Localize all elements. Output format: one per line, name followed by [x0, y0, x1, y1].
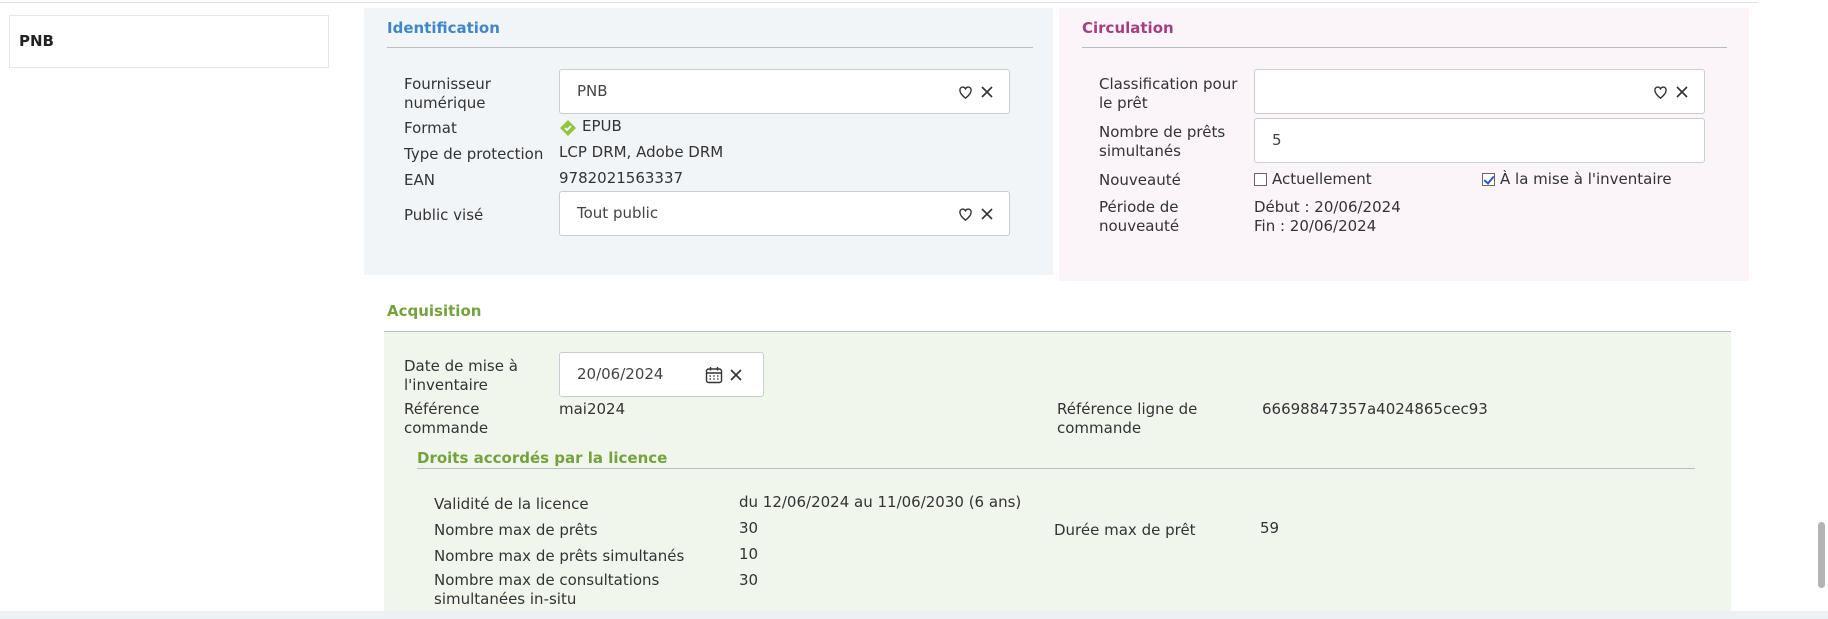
- top-border: [0, 0, 1758, 3]
- validite-label: Validité de la licence: [434, 495, 589, 513]
- periode-debut: Début : 20/06/2024: [1254, 198, 1401, 216]
- ean-label: EAN: [404, 171, 435, 189]
- ref-commande-label: Référence commande: [404, 400, 489, 437]
- protection-value: LCP DRM, Adobe DRM: [559, 143, 724, 161]
- duree-value: 59: [1260, 519, 1280, 537]
- fournisseur-select[interactable]: PNB: [559, 69, 1010, 114]
- heart-shield-icon[interactable]: [956, 83, 974, 101]
- circulation-section: Circulation Classification pour le prêt …: [1059, 8, 1749, 281]
- close-icon[interactable]: [978, 83, 996, 101]
- public-value: Tout public: [577, 204, 659, 222]
- left-nav-item-pnb[interactable]: PNB: [19, 32, 54, 50]
- public-label: Public visé: [404, 206, 484, 224]
- circulation-divider: [1082, 47, 1727, 48]
- duree-label: Durée max de prêt: [1054, 521, 1196, 539]
- acquisition-title: Acquisition: [387, 302, 482, 320]
- classification-select[interactable]: [1254, 69, 1705, 114]
- close-icon[interactable]: [1673, 83, 1691, 101]
- max-prets-label: Nombre max de prêts: [434, 521, 598, 539]
- max-simult-value: 10: [739, 545, 759, 563]
- classification-label: Classification pour le prêt: [1099, 75, 1238, 112]
- max-consult-label: Nombre max de consultations simultanées …: [434, 571, 660, 608]
- identification-title: Identification: [387, 19, 500, 37]
- ref-ligne-value: 66698847357a4024865cec93: [1262, 400, 1488, 418]
- max-prets-value: 30: [739, 519, 759, 537]
- actuellement-checkbox[interactable]: [1254, 173, 1267, 186]
- date-inventaire-input[interactable]: 20/06/2024: [559, 352, 764, 397]
- heart-shield-icon[interactable]: [1651, 83, 1669, 101]
- circulation-title: Circulation: [1082, 19, 1174, 37]
- epub-diamond-icon: [559, 119, 577, 141]
- date-inventaire-value: 20/06/2024: [577, 365, 664, 383]
- format-label: Format: [404, 119, 457, 137]
- close-icon[interactable]: [727, 366, 745, 384]
- max-simult-label: Nombre max de prêts simultanés: [434, 547, 685, 565]
- mise-inventaire-checkbox[interactable]: [1482, 173, 1495, 186]
- validite-value: du 12/06/2024 au 11/06/2030 (6 ans): [739, 493, 1022, 511]
- fournisseur-label: Fournisseur numérique: [404, 75, 491, 112]
- actuellement-label: Actuellement: [1272, 170, 1372, 188]
- left-nav-panel[interactable]: PNB: [9, 15, 329, 68]
- nouveaute-label: Nouveauté: [1099, 171, 1181, 189]
- prets-simultanes-label: Nombre de prêts simultanés: [1099, 123, 1226, 160]
- vertical-scrollbar[interactable]: [1818, 522, 1825, 588]
- mise-inventaire-label: À la mise à l'inventaire: [1500, 170, 1672, 188]
- prets-simultanes-input[interactable]: 5: [1254, 118, 1705, 163]
- droits-divider: [417, 468, 1695, 469]
- date-inventaire-label: Date de mise à l'inventaire: [404, 357, 518, 394]
- ean-value: 9782021563337: [559, 169, 684, 187]
- fournisseur-value: PNB: [577, 82, 608, 100]
- ref-commande-value: mai2024: [559, 400, 626, 418]
- public-select[interactable]: Tout public: [559, 191, 1010, 236]
- max-consult-value: 30: [739, 571, 759, 589]
- ref-ligne-label: Référence ligne de commande: [1057, 400, 1198, 437]
- periode-fin: Fin : 20/06/2024: [1254, 217, 1377, 235]
- periode-label: Période de nouveauté: [1099, 198, 1180, 235]
- format-value: EPUB: [582, 117, 622, 135]
- calendar-icon[interactable]: [705, 366, 723, 384]
- droits-title: Droits accordés par la licence: [417, 449, 668, 467]
- heart-shield-icon[interactable]: [956, 205, 974, 223]
- identification-divider: [387, 47, 1033, 48]
- bottom-strip: [0, 611, 1828, 619]
- protection-label: Type de protection: [404, 145, 544, 163]
- prets-simultanes-value: 5: [1272, 131, 1282, 149]
- identification-section: Identification Fournisseur numérique PNB…: [364, 8, 1053, 275]
- close-icon[interactable]: [978, 205, 996, 223]
